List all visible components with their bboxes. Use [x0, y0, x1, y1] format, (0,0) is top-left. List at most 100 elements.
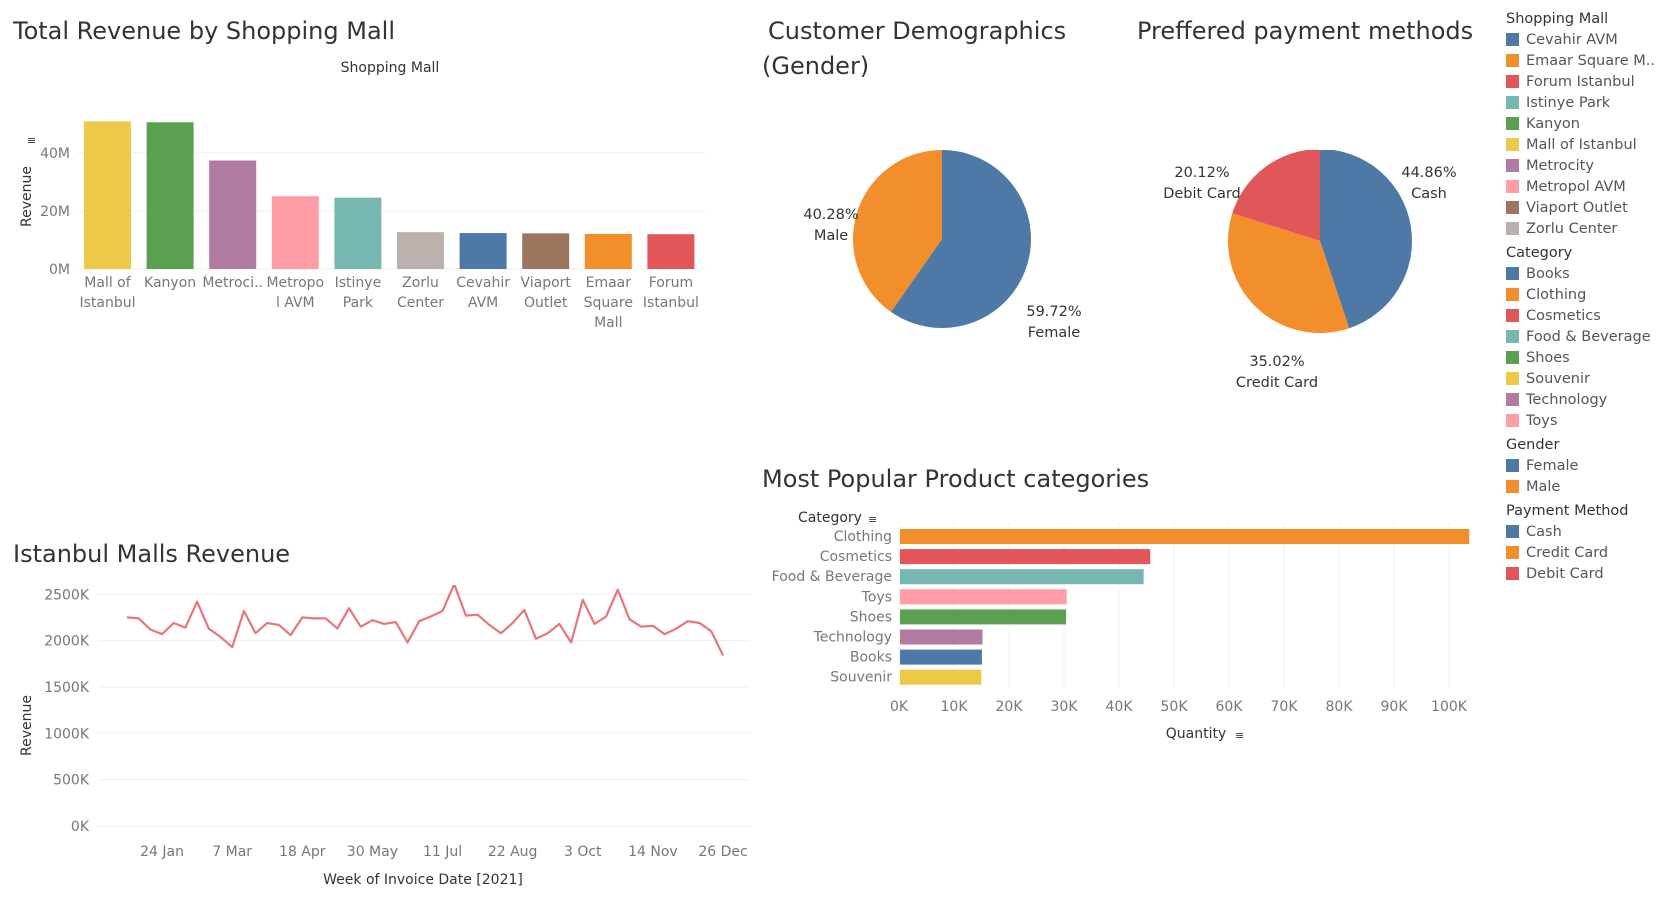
x-tick-label: Metroci.. — [202, 275, 263, 291]
y-tick-label: 1500K — [44, 680, 90, 696]
y-tick-label: Shoes — [850, 609, 892, 625]
legend-item[interactable]: Zorlu Center — [1506, 218, 1666, 239]
legend-swatch — [1506, 567, 1519, 580]
legend-item[interactable]: Shoes — [1506, 347, 1666, 368]
x-axis-title: Week of Invoice Date [2021] — [323, 872, 523, 888]
legend-swatch — [1506, 309, 1519, 322]
legend-swatch — [1506, 351, 1519, 364]
legend-item[interactable]: Male — [1506, 476, 1666, 497]
legend-item[interactable]: Metrocity — [1506, 155, 1666, 176]
bar — [900, 549, 1151, 565]
legend-item[interactable]: Clothing — [1506, 284, 1666, 305]
bar — [647, 234, 695, 269]
payment-pie-chart: 44.86% Cash 35.02% Credit Card 20.12% Debit C… — [1163, 150, 1457, 391]
legend-swatch — [1506, 75, 1519, 88]
x-tick-label: Emaar — [586, 275, 632, 291]
pie-category-label: Male — [814, 228, 848, 244]
bar — [900, 669, 982, 685]
x-tick-label: 100K — [1431, 699, 1468, 715]
legend-item[interactable]: Viaport Outlet — [1506, 197, 1666, 218]
x-tick-label: 3 Oct — [564, 844, 602, 860]
legend-swatch — [1506, 480, 1519, 493]
x-tick-label: 70K — [1271, 699, 1299, 715]
gender-pie-chart: 59.72% Female 40.28% Male — [803, 150, 1082, 341]
legend-item[interactable]: Debit Card — [1506, 563, 1666, 584]
y-tick-label: Cosmetics — [820, 549, 892, 565]
x-tick-label: 50K — [1161, 699, 1189, 715]
bar — [522, 233, 570, 269]
legend-label: Technology — [1526, 391, 1608, 408]
y-tick-label: Technology — [813, 630, 892, 646]
legend-item[interactable]: Istinye Park — [1506, 92, 1666, 113]
bar — [584, 233, 632, 269]
legend-item[interactable]: Books — [1506, 263, 1666, 284]
y-tick-label: 2000K — [44, 634, 90, 650]
x-tick-label: 40K — [1106, 699, 1134, 715]
legend-item[interactable]: Mall of Istanbul — [1506, 134, 1666, 155]
pie-category-label: Female — [1028, 325, 1081, 341]
legend-swatch — [1506, 201, 1519, 214]
legend-title: Category — [1506, 245, 1573, 261]
y-tick-label: Toys — [861, 589, 892, 605]
x-tick-label: l AVM — [276, 295, 315, 311]
bar-chart-header: Shopping Mall — [341, 60, 440, 76]
legend-label: Forum Istanbul — [1526, 73, 1635, 90]
legend-item[interactable]: Metropol AVM — [1506, 176, 1666, 197]
x-tick-label: 26 Dec — [698, 844, 747, 860]
payment-title: Preffered payment methods — [1137, 17, 1474, 45]
legend-swatch — [1506, 138, 1519, 151]
pie-value-label: 20.12% — [1174, 165, 1229, 181]
mall-revenue-chart: Shopping Mall 0M 20M 40M Revenue ≡ Mall of Ista… — [19, 60, 705, 331]
legend-item[interactable]: Emaar Square M.. — [1506, 50, 1666, 71]
x-tick-label: 30K — [1051, 699, 1079, 715]
x-tick-label: Viaport — [520, 275, 571, 291]
y-tick-label: 1000K — [44, 726, 90, 742]
legend-panel: Shopping Mall Cevahir AVM Emaar Square M..… — [1506, 11, 1666, 584]
bar — [209, 160, 257, 269]
revenue-line — [126, 585, 724, 656]
x-tick-label: 11 Jul — [423, 844, 462, 860]
legend-swatch — [1506, 546, 1519, 559]
legend-swatch — [1506, 267, 1519, 280]
legend-item[interactable]: Souvenir — [1506, 368, 1666, 389]
legend-label: Mall of Istanbul — [1526, 136, 1637, 153]
legend-item[interactable]: Cash — [1506, 521, 1666, 542]
legend-swatch — [1506, 180, 1519, 193]
legend-item[interactable]: Credit Card — [1506, 542, 1666, 563]
pie-value-label: 35.02% — [1249, 354, 1304, 370]
legend-label: Souvenir — [1526, 370, 1590, 387]
x-tick-label: 90K — [1381, 699, 1409, 715]
sort-icon: ≡ — [27, 134, 36, 147]
legend-item[interactable]: Toys — [1506, 410, 1666, 431]
line-chart-title: Istanbul Malls Revenue — [13, 540, 291, 568]
legend-label: Viaport Outlet — [1526, 199, 1628, 216]
legend-label: Shoes — [1526, 349, 1570, 366]
legend-item[interactable]: Female — [1506, 455, 1666, 476]
legend-item[interactable]: Cosmetics — [1506, 305, 1666, 326]
legend-label: Toys — [1526, 412, 1558, 429]
category-chart-title: Most Popular Product categories — [762, 465, 1150, 493]
bar — [334, 197, 382, 269]
legend-swatch — [1506, 288, 1519, 301]
legend-item[interactable]: Forum Istanbul — [1506, 71, 1666, 92]
legend-swatch — [1506, 372, 1519, 385]
legend-label: Male — [1526, 478, 1561, 495]
bar — [146, 122, 194, 269]
legend-item[interactable]: Technology — [1506, 389, 1666, 410]
gender-title-line1: Customer Demographics — [768, 17, 1067, 45]
category-axis-title: Category — [798, 510, 862, 526]
legend-item[interactable]: Cevahir AVM — [1506, 29, 1666, 50]
x-tick-label: Zorlu — [402, 275, 439, 291]
bar — [397, 232, 444, 269]
sort-icon: ≡ — [868, 513, 877, 526]
x-axis-title: Quantity — [1166, 726, 1227, 742]
legend-swatch — [1506, 117, 1519, 130]
legend-label: Food & Beverage — [1526, 328, 1651, 345]
y-tick-label: Books — [850, 650, 892, 666]
y-axis-title: Revenue — [19, 166, 35, 227]
legend-item[interactable]: Food & Beverage — [1506, 326, 1666, 347]
legend-item[interactable]: Kanyon — [1506, 113, 1666, 134]
pie-value-label: 44.86% — [1401, 165, 1456, 181]
pie-category-label: Debit Card — [1163, 186, 1241, 202]
x-tick-label: Istanbul — [643, 295, 699, 311]
